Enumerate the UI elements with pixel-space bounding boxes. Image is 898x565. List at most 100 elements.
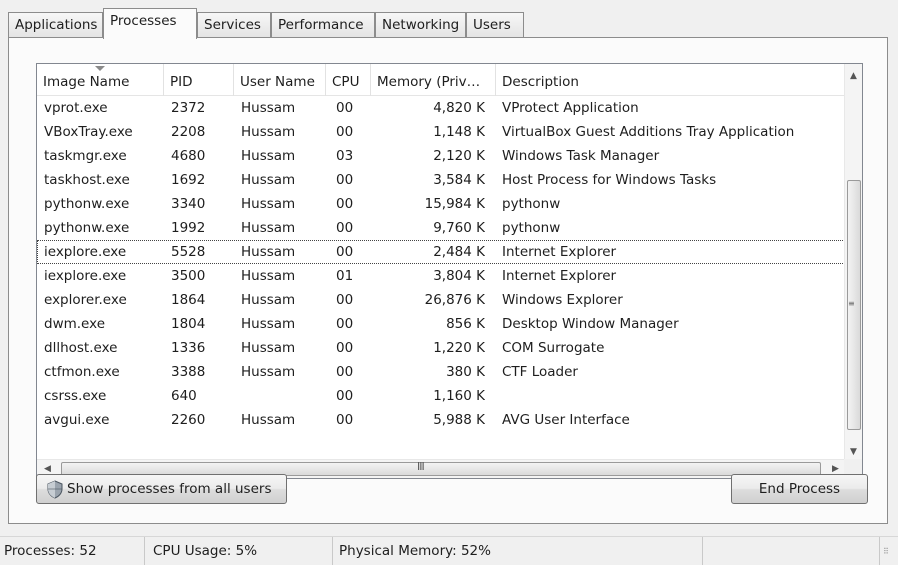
table-row[interactable]: pythonw.exe 1992 Hussam 00 9,760 K pythonw <box>37 216 845 240</box>
cell-cpu: 00 <box>336 244 354 260</box>
cell-desc: COM Surrogate <box>502 340 605 356</box>
cell-user: Hussam <box>241 124 296 140</box>
processes-panel: Image Name PID User Name CPU Memory (Pri… <box>8 37 888 524</box>
cell-mem: 15,984 K <box>424 196 485 212</box>
cell-user: Hussam <box>241 364 296 380</box>
cell-cpu: 01 <box>336 268 354 284</box>
cell-pid: 1864 <box>171 292 206 308</box>
column-cpu[interactable]: CPU <box>326 64 371 96</box>
table-row[interactable]: taskhost.exe 1692 Hussam 00 3,584 K Host Proc… <box>37 168 845 192</box>
cell-name: taskhost.exe <box>44 172 130 188</box>
cell-mem: 2,484 K <box>433 244 485 260</box>
tab-services[interactable]: Services <box>197 12 271 38</box>
cell-desc: Windows Task Manager <box>502 148 660 164</box>
tab-processes[interactable]: Processes <box>103 8 197 39</box>
cell-user: Hussam <box>241 340 296 356</box>
table-row[interactable]: iexplore.exe 3500 Hussam 01 3,804 K Internet … <box>37 264 845 288</box>
column-description[interactable]: Description <box>496 64 845 96</box>
table-row[interactable]: explorer.exe 1864 Hussam 00 26,876 K Windows … <box>37 288 845 312</box>
cell-user: Hussam <box>241 148 296 164</box>
cell-user: Hussam <box>241 100 296 116</box>
column-memory[interactable]: Memory (Priv… <box>371 64 496 96</box>
cell-cpu: 00 <box>336 388 354 404</box>
tab-performance[interactable]: Performance <box>271 12 375 38</box>
cell-cpu: 00 <box>336 316 354 332</box>
uac-shield-icon <box>47 480 63 499</box>
table-body: vprot.exe 2372 Hussam 00 4,820 K VProtect App… <box>37 96 845 432</box>
cell-name: avgui.exe <box>44 412 110 428</box>
table-row[interactable]: dllhost.exe 1336 Hussam 00 1,220 K COM Surrog… <box>37 336 845 360</box>
cell-pid: 2372 <box>171 100 206 116</box>
column-label: Description <box>502 74 579 90</box>
cell-mem: 5,988 K <box>433 412 485 428</box>
cell-cpu: 00 <box>336 100 354 116</box>
cell-mem: 1,148 K <box>433 124 485 140</box>
cell-cpu: 00 <box>336 292 354 308</box>
table-row[interactable]: csrss.exe 640 00 1,160 K <box>37 384 845 408</box>
table-row[interactable]: dwm.exe 1804 Hussam 00 856 K Desktop Window M… <box>37 312 845 336</box>
cell-pid: 3388 <box>171 364 206 380</box>
column-label: PID <box>170 74 193 90</box>
column-label: Memory (Priv… <box>377 74 481 90</box>
end-process-button[interactable]: End Process <box>731 474 868 504</box>
table-row[interactable]: pythonw.exe 3340 Hussam 00 15,984 K pythonw <box>37 192 845 216</box>
table-row[interactable]: taskmgr.exe 4680 Hussam 03 2,120 K Windows Ta… <box>37 144 845 168</box>
tab-applications[interactable]: Applications <box>8 12 103 38</box>
cell-mem: 380 K <box>446 364 485 380</box>
table-row[interactable]: iexplore.exe 5528 Hussam 00 2,484 K Internet … <box>37 240 845 264</box>
table-row[interactable]: ctfmon.exe 3388 Hussam 00 380 K CTF Loader <box>37 360 845 384</box>
cell-user: Hussam <box>241 172 296 188</box>
cell-name: iexplore.exe <box>44 244 127 260</box>
cell-name: ctfmon.exe <box>44 364 120 380</box>
show-all-users-label: Show processes from all users <box>67 481 272 497</box>
column-image-name[interactable]: Image Name <box>37 64 164 96</box>
cell-cpu: 00 <box>336 364 354 380</box>
cell-desc: Internet Explorer <box>502 244 617 260</box>
status-physical-memory: Physical Memory: 52% <box>333 537 703 565</box>
cell-user: Hussam <box>241 292 296 308</box>
cell-cpu: 03 <box>336 148 354 164</box>
cell-user: Hussam <box>241 196 296 212</box>
column-pid[interactable]: PID <box>164 64 234 96</box>
cell-mem: 3,584 K <box>433 172 485 188</box>
sort-arrow-icon <box>95 66 105 71</box>
cell-name: dwm.exe <box>44 316 106 332</box>
column-label: CPU <box>332 74 360 90</box>
cell-desc: VirtualBox Guest Additions Tray Applicat… <box>502 124 795 140</box>
table-row[interactable]: vprot.exe 2372 Hussam 00 4,820 K VProtect App… <box>37 96 845 120</box>
cell-pid: 2260 <box>171 412 206 428</box>
cell-pid: 1992 <box>171 220 206 236</box>
cell-mem: 1,220 K <box>433 340 485 356</box>
size-grip-icon[interactable]: ⠿ <box>883 548 895 562</box>
cell-desc: AVG User Interface <box>502 412 630 428</box>
cell-desc: Desktop Window Manager <box>502 316 679 332</box>
show-all-users-button[interactable]: Show processes from all users <box>36 474 287 504</box>
column-user-name[interactable]: User Name <box>234 64 326 96</box>
vertical-scrollbar[interactable]: ▲ ≡ ▼ <box>844 64 862 461</box>
cell-cpu: 00 <box>336 124 354 140</box>
cell-cpu: 00 <box>336 412 354 428</box>
cell-cpu: 00 <box>336 172 354 188</box>
cell-pid: 1692 <box>171 172 206 188</box>
table-row[interactable]: VBoxTray.exe 2208 Hussam 00 1,148 K VirtualBo… <box>37 120 845 144</box>
cell-user: Hussam <box>241 268 296 284</box>
cell-name: taskmgr.exe <box>44 148 127 164</box>
column-label: Image Name <box>43 74 130 90</box>
cell-name: pythonw.exe <box>44 220 130 236</box>
cell-pid: 5528 <box>171 244 206 260</box>
table-row[interactable]: avgui.exe 2260 Hussam 00 5,988 K AVG User Int… <box>37 408 845 432</box>
status-processes: Processes: 52 <box>0 537 145 565</box>
cell-cpu: 00 <box>336 220 354 236</box>
status-empty-pane <box>703 537 880 565</box>
process-list[interactable]: Image Name PID User Name CPU Memory (Pri… <box>36 63 863 479</box>
cell-desc: Internet Explorer <box>502 268 617 284</box>
tab-users[interactable]: Users <box>466 12 524 38</box>
cell-desc: Host Process for Windows Tasks <box>502 172 717 188</box>
grip-icon: III <box>417 460 425 473</box>
cell-desc: pythonw <box>502 196 561 212</box>
cell-mem: 1,160 K <box>433 388 485 404</box>
cell-mem: 4,820 K <box>433 100 485 116</box>
cell-name: pythonw.exe <box>44 196 130 212</box>
scroll-up-icon[interactable]: ▲ <box>845 68 862 85</box>
tab-networking[interactable]: Networking <box>375 12 466 38</box>
